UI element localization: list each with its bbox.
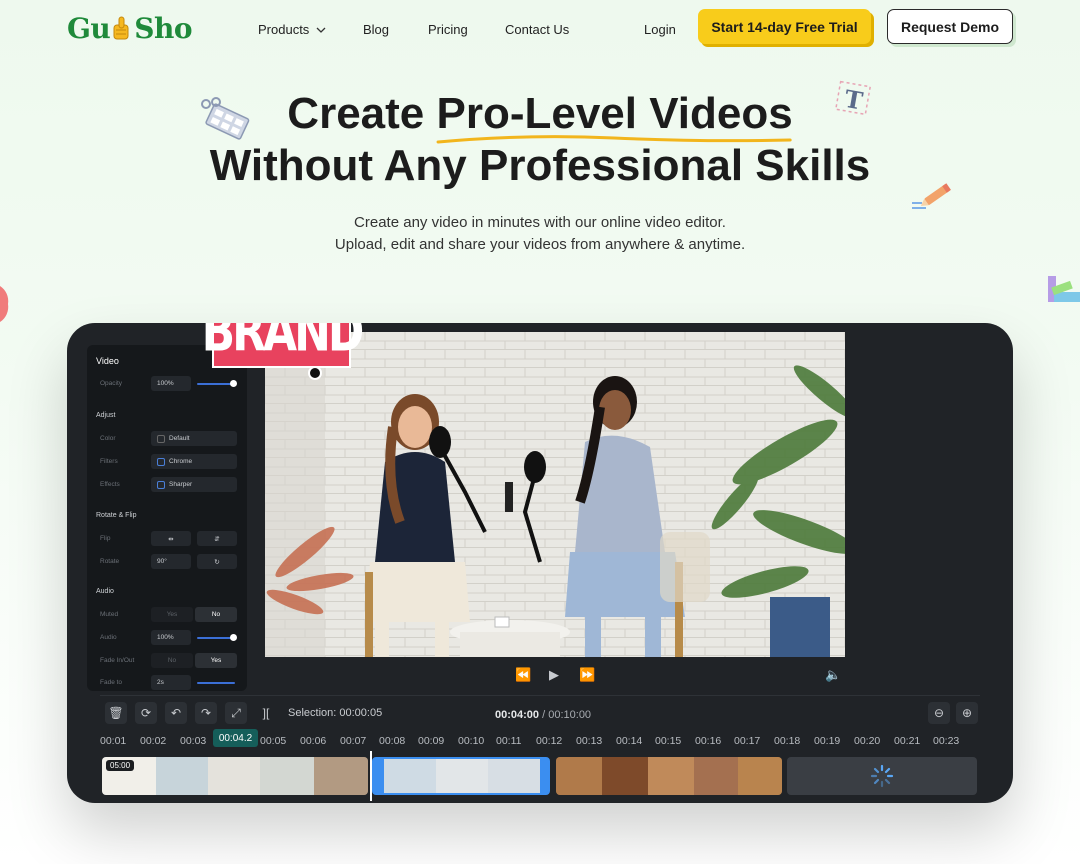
chevron-down-icon [316, 27, 326, 33]
ruler-tick: 00:16 [695, 735, 722, 747]
fade-yes-toggle[interactable]: Yes [195, 653, 237, 668]
ruler-tick: 00:15 [655, 735, 682, 747]
muted-no-toggle[interactable]: No [195, 607, 237, 622]
fast-forward-icon[interactable]: ⏩ [579, 667, 595, 683]
logo-text-right: Sho [134, 12, 193, 45]
delete-icon[interactable]: 🗑 [105, 702, 127, 724]
color-swatch-icon [1048, 276, 1080, 302]
ruler-tick: 00:14 [616, 735, 643, 747]
hero-title-highlight: Pro-Level Videos [436, 88, 793, 144]
logo[interactable]: Gu Sho [67, 12, 193, 45]
playhead[interactable] [370, 751, 372, 801]
fade-no-toggle[interactable]: No [151, 653, 193, 668]
rewind-icon[interactable]: ⏪ [515, 667, 531, 683]
ruler-tick: 00:19 [814, 735, 841, 747]
volume-icon[interactable]: 🔈 [825, 667, 841, 683]
nav-products-label: Products [258, 22, 310, 37]
ruler-tick: 00:10 [458, 735, 485, 747]
video-editor-mockup: Video Opacity 100% Adjust Color Default … [67, 323, 1013, 803]
hero-title-line2: Without Any Professional Skills [209, 141, 871, 190]
logo-text-left: Gu [67, 12, 111, 45]
underline-squiggle-icon [437, 135, 793, 144]
ruler-tick: 00:01 [100, 735, 127, 747]
hero-subtitle: Create any video in minutes with our onl… [334, 214, 746, 253]
clip-3[interactable] [556, 757, 782, 795]
rotate-icon[interactable]: ↻ [197, 554, 237, 569]
clip-4-loading[interactable] [787, 757, 977, 795]
hero-title: Create Pro-Level Videos Without Any Prof… [0, 88, 1080, 192]
effects-select[interactable]: Sharper [151, 477, 237, 492]
ruler-tick: 00:05 [260, 735, 287, 747]
timeline-toolbar: 🗑 ⟳ ↶ ↷ ⤢ ][ Selection: 00:00:05 00:04:0… [100, 695, 980, 731]
redo-icon[interactable]: ↷ [195, 702, 217, 724]
panel-video-title: Video [96, 356, 119, 366]
opacity-field[interactable]: 100% [151, 376, 191, 391]
hero-title-create: Create [287, 89, 437, 138]
muted-yes-toggle[interactable]: Yes [151, 607, 193, 622]
rotate-field[interactable]: 90° [151, 554, 191, 569]
ruler-tick: 00:12 [536, 735, 563, 747]
nav-contact[interactable]: Contact Us [505, 22, 569, 37]
color-wheel-icon [0, 286, 9, 322]
zoom-out-icon[interactable]: ⊖ [928, 702, 950, 724]
ruler-tick: 00:23 [933, 735, 960, 747]
top-nav: Gu Sho Products Blog Pricing Contact Us … [0, 0, 1080, 60]
clip-duration-badge: 05:00 [106, 760, 135, 771]
properties-panel: Video Opacity 100% Adjust Color Default … [87, 345, 247, 691]
zoom-in-icon[interactable]: ⊕ [956, 702, 978, 724]
request-demo-button[interactable]: Request Demo [887, 9, 1013, 44]
podcast-scene-image [265, 332, 845, 657]
split-icon[interactable]: ][ [255, 702, 277, 724]
expand-icon[interactable]: ⤢ [225, 702, 247, 724]
ruler-tick: 00:08 [379, 735, 406, 747]
ruler-tick: 00:11 [496, 735, 522, 747]
thumbs-up-icon [111, 16, 133, 42]
ruler-tick: 00:07 [340, 735, 367, 747]
ruler-tick: 00:18 [774, 735, 801, 747]
free-trial-button[interactable]: Start 14-day Free Trial [698, 9, 871, 44]
flip-horizontal-button[interactable]: ⇹ [151, 531, 191, 546]
video-preview[interactable] [265, 332, 845, 657]
clip-1[interactable]: 05:00 [102, 757, 368, 795]
playback-controls: ⏪ ▶ ⏩ 🔈 [67, 667, 1013, 685]
loading-spinner-icon [870, 764, 894, 788]
clip-2-selected[interactable] [372, 757, 550, 795]
nav-pricing[interactable]: Pricing [428, 22, 468, 37]
ruler-tick: 00:17 [734, 735, 761, 747]
ruler-tick: 00:06 [300, 735, 327, 747]
ruler-tick: 00:21 [894, 735, 921, 747]
undo-icon[interactable]: ↶ [165, 702, 187, 724]
nav-login[interactable]: Login [644, 22, 676, 37]
selection-label: Selection: 00:00:05 [288, 707, 383, 719]
playhead-time-label: 00:04.2 [213, 729, 258, 747]
brand-badge[interactable]: BRAND [202, 323, 364, 368]
ruler-tick: 00:02 [140, 735, 167, 747]
audio-volume-field[interactable]: 100% [151, 630, 191, 645]
ruler-tick: 00:09 [418, 735, 445, 747]
cursor-icon [308, 366, 322, 380]
filters-select[interactable]: Chrome [151, 454, 237, 469]
time-display: 00:04:00 / 00:10:00 [495, 709, 592, 721]
nav-blog[interactable]: Blog [363, 22, 389, 37]
ruler-tick: 00:03 [180, 735, 207, 747]
ruler-tick: 00:13 [576, 735, 603, 747]
play-icon[interactable]: ▶ [549, 667, 559, 683]
nav-products[interactable]: Products [258, 22, 327, 37]
flip-vertical-button[interactable]: ⇵ [197, 531, 237, 546]
ruler-tick: 00:20 [854, 735, 881, 747]
replace-icon[interactable]: ⟳ [135, 702, 157, 724]
color-select[interactable]: Default [151, 431, 237, 446]
